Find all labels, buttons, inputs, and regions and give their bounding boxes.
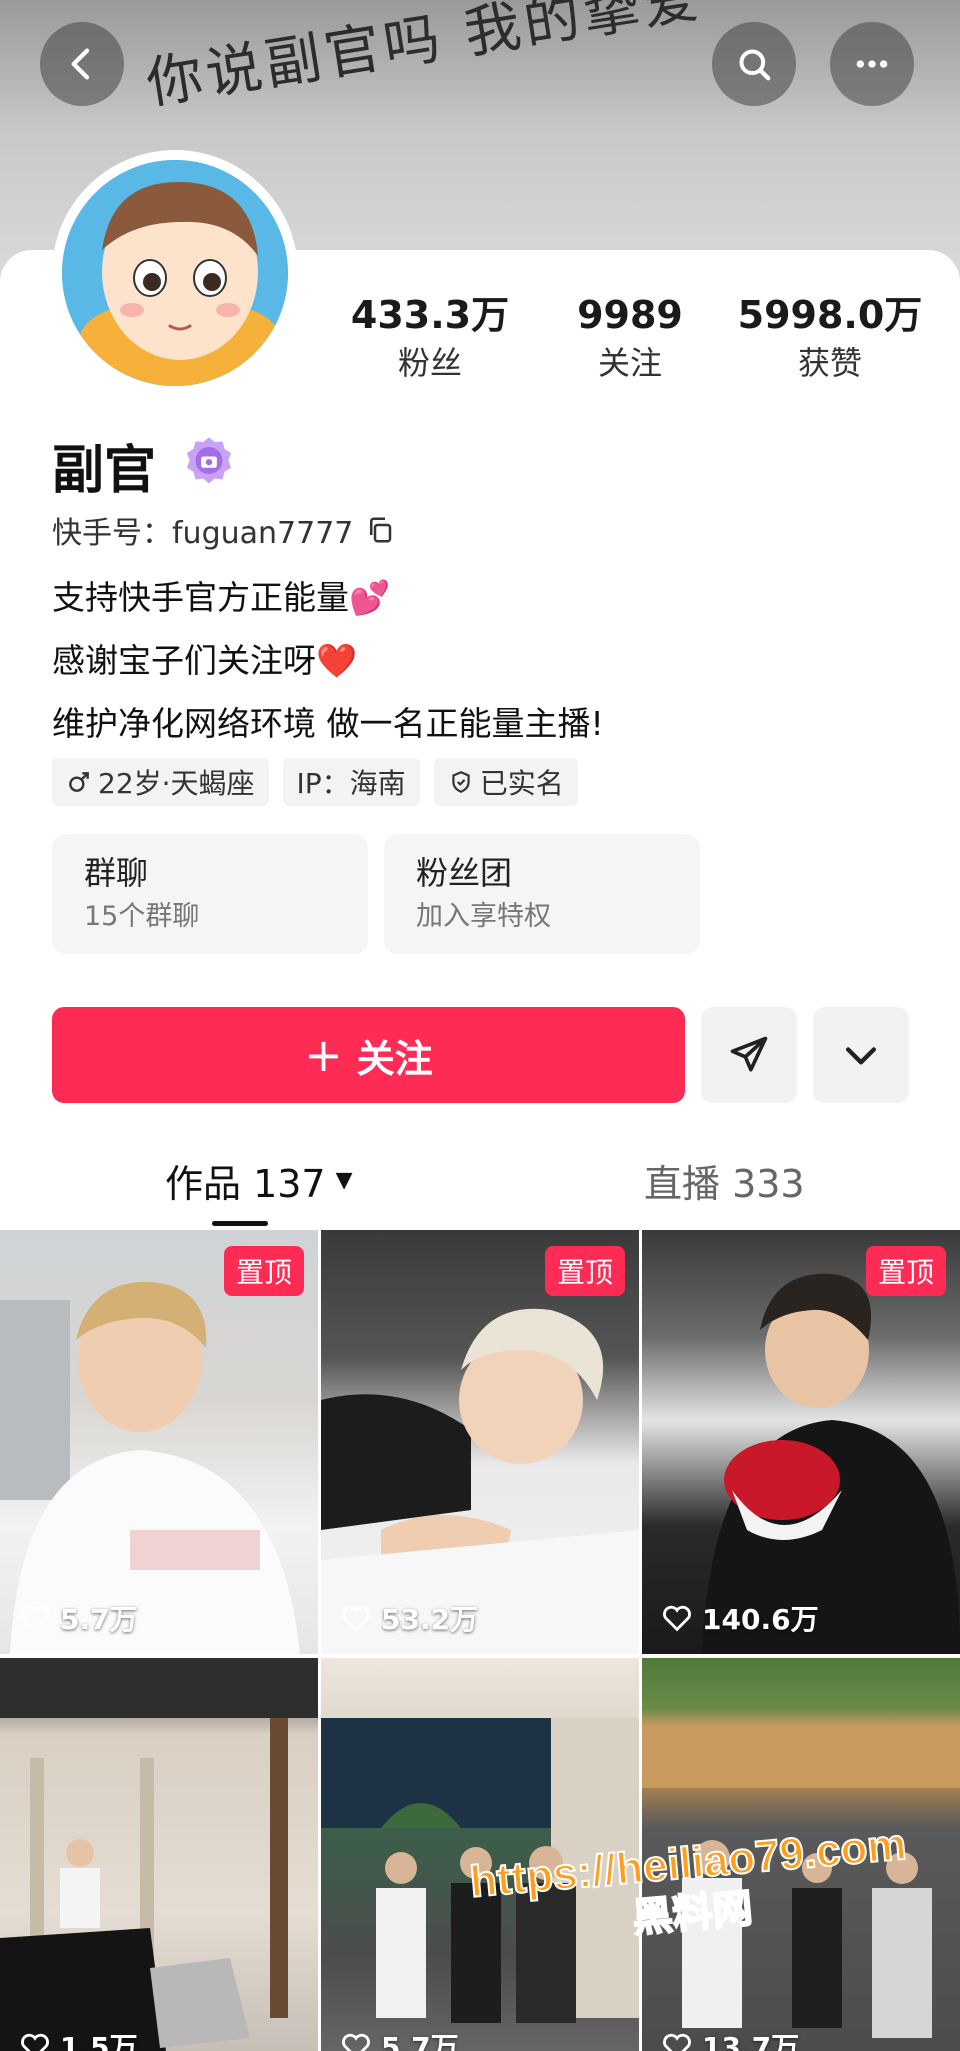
profile-name: 副官 (52, 441, 157, 501)
search-icon (739, 49, 771, 81)
bio-line: 维护净化网络环境 做一名正能量主播! (52, 704, 604, 743)
stat-fans[interactable]: 433.3万 粉丝 (330, 290, 530, 386)
like-count-text: 13.7万 (702, 2031, 800, 2051)
profile-tags: 22岁·天蝎座 IP：海南 已实名 (52, 758, 578, 806)
heart-icon (21, 1605, 49, 1632)
like-count-text: 53.2万 (381, 1603, 479, 1636)
stat-following[interactable]: 9989 关注 (530, 290, 730, 386)
pinned-badge: 置顶 (865, 1246, 946, 1296)
stat-value: 433.3万 (350, 293, 510, 337)
like-count: 5.7万 (18, 1598, 138, 1638)
copy-icon[interactable] (365, 515, 395, 545)
active-tab-indicator (212, 1221, 268, 1226)
tag-ip-text: IP：海南 (296, 767, 406, 800)
back-button[interactable] (40, 22, 124, 106)
entry-subtitle: 加入享特权 (416, 901, 551, 932)
pinned-badge: 置顶 (544, 1246, 625, 1296)
back-arrow-icon (71, 48, 90, 80)
chevron-down-icon (845, 1047, 877, 1065)
stat-label: 关注 (597, 344, 662, 382)
entry-title: 粉丝团 (416, 854, 513, 892)
video-thumbnail (0, 1658, 318, 2051)
like-count: 1.5万 (18, 2026, 138, 2051)
entry-cards: 群聊 15个群聊 粉丝团 加入享特权 (52, 834, 700, 954)
video-tile[interactable]: 置顶 53.2万 (321, 1230, 639, 1654)
video-tile[interactable]: 置顶 5.7万 (0, 1230, 318, 1654)
share-send-icon (730, 1036, 768, 1072)
stat-value: 9989 (577, 293, 683, 337)
expand-button[interactable] (813, 1007, 909, 1103)
kuaishou-id: 快手号：fuguan7777 (52, 508, 395, 552)
bio-line: 支持快手官方正能量💕 (52, 578, 391, 617)
shield-check-icon (452, 771, 470, 793)
stat-value: 5998.0万 (737, 293, 923, 337)
follow-button[interactable]: + 关注 (52, 1007, 685, 1103)
plus-icon: + (304, 1028, 343, 1082)
follow-label: 关注 (356, 1036, 433, 1081)
share-button[interactable] (701, 1007, 797, 1103)
tag-age: 22岁·天蝎座 (52, 758, 269, 806)
like-count: 140.6万 (660, 1598, 819, 1638)
tag-verified-text: 已实名 (479, 767, 564, 800)
more-icon (856, 60, 888, 68)
stat-likes[interactable]: 5998.0万 获赞 (730, 290, 930, 386)
group-chat-entry[interactable]: 群聊 15个群聊 (52, 834, 368, 954)
cartoon-avatar-icon (62, 160, 288, 386)
video-tile[interactable]: 1.5万 (0, 1658, 318, 2051)
entry-subtitle: 15个群聊 (84, 901, 200, 932)
avatar[interactable] (52, 150, 298, 396)
stats-row: 433.3万 粉丝 9989 关注 5998.0万 获赞 (330, 290, 930, 386)
heart-icon (342, 2033, 370, 2051)
like-count-text: 5.7万 (60, 1603, 138, 1636)
bio: 支持快手官方正能量💕 感谢宝子们关注呀❤️ 维护净化网络环境 做一名正能量主播! (52, 566, 604, 755)
fan-club-entry[interactable]: 粉丝团 加入享特权 (384, 834, 700, 954)
search-button[interactable] (712, 22, 796, 106)
banner-text: 你说副官吗 我的挚爱 (142, 0, 708, 118)
tab-live[interactable]: 直播 333 (644, 1140, 805, 1220)
tab-works[interactable]: 作品 137 ▼ (165, 1140, 353, 1220)
tab-live-label: 直播 333 (644, 1161, 805, 1206)
heart-icon (21, 2033, 49, 2051)
video-tile[interactable]: 置顶 140.6万 (642, 1230, 960, 1654)
tab-works-label: 作品 137 (165, 1161, 326, 1206)
tag-ip: IP：海南 (282, 758, 420, 806)
bio-line: 感谢宝子们关注呀❤️ (52, 641, 358, 680)
stat-label: 粉丝 (397, 344, 462, 382)
heart-icon (663, 1605, 691, 1632)
like-count-text: 140.6万 (702, 1603, 819, 1636)
tag-verified: 已实名 (433, 758, 578, 806)
like-count: 53.2万 (339, 1598, 478, 1638)
caret-down-icon: ▼ (335, 1167, 353, 1193)
like-count: 5.7万 (339, 2026, 459, 2051)
content-tabs: 作品 137 ▼ 直播 333 (0, 1140, 960, 1230)
like-count-text: 5.7万 (381, 2031, 459, 2051)
entry-title: 群聊 (84, 854, 149, 892)
heart-icon (663, 2033, 691, 2051)
kuaishou-id-text: 快手号：fuguan7777 (52, 516, 354, 551)
male-icon (69, 772, 89, 792)
heart-icon (342, 1605, 370, 1632)
verified-badge-icon[interactable] (182, 434, 236, 488)
stat-label: 获赞 (797, 344, 862, 382)
like-count-text: 1.5万 (60, 2031, 138, 2051)
tag-age-text: 22岁·天蝎座 (98, 767, 255, 800)
like-count: 13.7万 (660, 2026, 799, 2051)
more-button[interactable] (830, 22, 914, 106)
pinned-badge: 置顶 (223, 1246, 304, 1296)
